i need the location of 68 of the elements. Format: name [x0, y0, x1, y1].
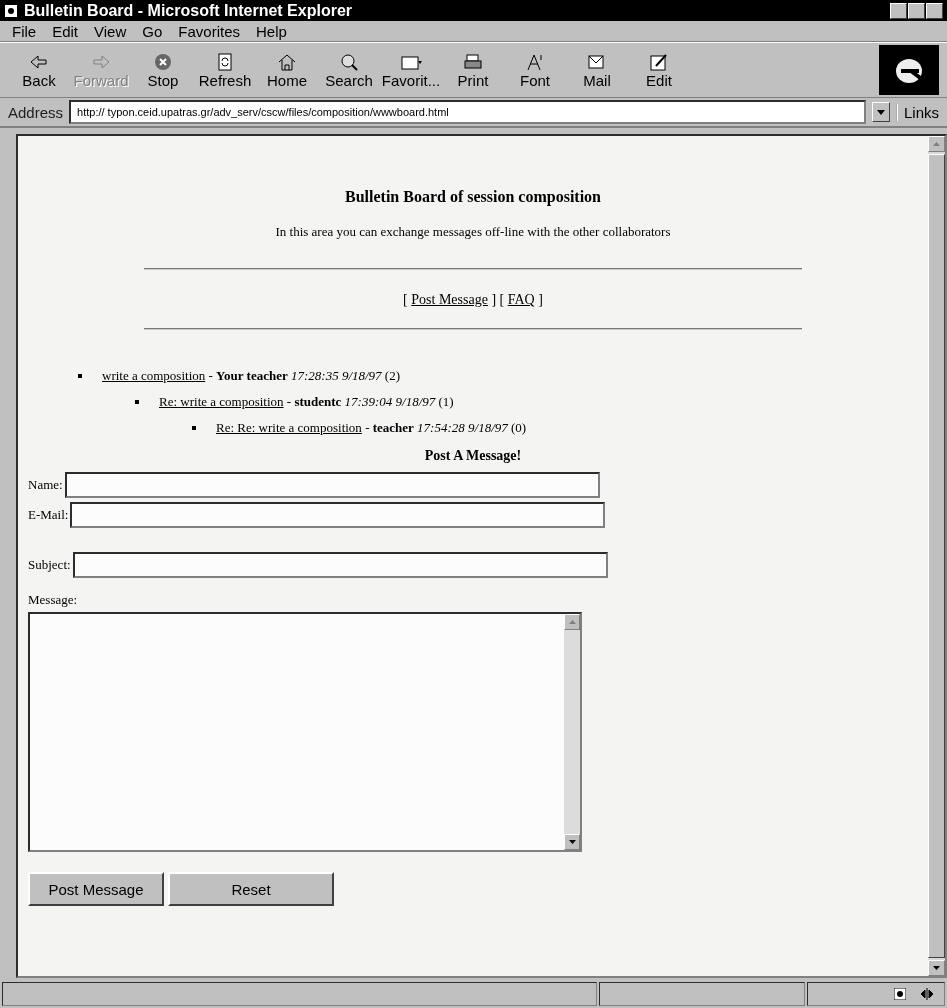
page-heading: Bulletin Board of session composition: [344, 188, 602, 206]
scrollbar[interactable]: [928, 136, 945, 976]
toolbar-button[interactable]: Back: [8, 51, 70, 89]
scroll-down-button[interactable]: [564, 834, 580, 850]
nav-link[interactable]: FAQ: [507, 292, 535, 307]
field-label: Message:: [28, 592, 78, 607]
form-title: Post A Message!: [423, 448, 523, 464]
field-label: E-Mail:: [28, 507, 69, 523]
thread-link[interactable]: Re: Re: write a composition: [216, 420, 362, 435]
message-field[interactable]: [28, 612, 582, 852]
menu-item[interactable]: Favorites: [172, 22, 246, 40]
bracket-text: [: [498, 292, 506, 307]
text-field[interactable]: [70, 502, 606, 528]
up-arrow-icon: [568, 620, 576, 624]
dropdown-button[interactable]: [871, 102, 890, 122]
thread-link[interactable]: Re: write a composition: [159, 394, 284, 409]
print-icon: [462, 51, 484, 72]
toolbar-button[interactable]: Print: [442, 51, 504, 89]
menu-item[interactable]: File: [6, 22, 43, 40]
bullet-icon: [135, 400, 139, 404]
toolbar-button[interactable]: Font: [504, 51, 566, 89]
toolbar-button[interactable]: Mail: [566, 51, 628, 89]
links-label[interactable]: Links: [895, 103, 939, 121]
nav-link[interactable]: Post Message: [411, 292, 488, 307]
scroll-up-button[interactable]: [928, 136, 945, 152]
connection-icon: [920, 988, 934, 1000]
bracket-text: [: [403, 292, 409, 307]
intro-text: In this area you can exchange messages off-line with the other collaborators: [274, 224, 672, 240]
address-field[interactable]: http:// typon.ceid.upatras.gr/adv_serv/cscw/files/composition/wwwboard.html: [69, 100, 866, 124]
bracket-text: ]: [537, 292, 543, 307]
thread-entry: Re: write a composition - studentc 17:39:04 9/18/97 (1): [159, 393, 454, 411]
search-icon: [338, 51, 360, 72]
maximize-button[interactable]: [908, 2, 925, 19]
bullet-icon: [192, 426, 196, 430]
menu-item[interactable]: View: [88, 22, 133, 40]
scroll-down-button[interactable]: [928, 960, 945, 976]
field-label: Name:: [28, 477, 63, 493]
menu-item[interactable]: Go: [136, 22, 169, 40]
close-button[interactable]: [926, 2, 943, 19]
toolbar-button[interactable]: Favorit...: [380, 51, 442, 89]
toolbar-button[interactable]: Stop: [132, 51, 194, 89]
address-label: Address: [8, 103, 64, 121]
thread-entry: write a composition - Your teacher 17:28:35 9/18/97 (2): [102, 367, 401, 385]
field-label: Subject:: [28, 557, 71, 573]
text-field[interactable]: [72, 552, 608, 578]
thread-link[interactable]: write a composition: [102, 368, 206, 383]
scroll-up-button[interactable]: [564, 614, 580, 630]
zone-icon: [894, 988, 906, 1000]
window-icon: [4, 3, 18, 18]
toolbar-button[interactable]: Edit: [628, 51, 690, 89]
stop-icon: [152, 51, 174, 72]
down-arrow-icon: [568, 840, 576, 844]
menu-item[interactable]: Edit: [46, 22, 85, 40]
form-button[interactable]: Reset: [168, 872, 334, 906]
toolbar-button[interactable]: Home: [256, 51, 318, 89]
caret-icon: [876, 109, 885, 115]
window-title: Bulletin Board - Microsoft Internet Explorer: [24, 1, 353, 20]
bullet-icon: [78, 374, 82, 378]
bracket-text: ]: [490, 292, 497, 307]
toolbar-button[interactable]: Search: [318, 51, 380, 89]
thread-entry: Re: Re: write a composition - teacher 17:54:28 9/18/97 (0): [216, 419, 527, 437]
minimize-button[interactable]: [890, 2, 907, 19]
up-arrow-icon: [933, 142, 940, 146]
down-arrow-icon: [933, 966, 940, 970]
menu-item[interactable]: Help: [250, 22, 293, 40]
form-button[interactable]: Post Message: [28, 872, 164, 906]
text-field[interactable]: [64, 472, 600, 498]
toolbar-button[interactable]: Refresh: [194, 51, 256, 89]
